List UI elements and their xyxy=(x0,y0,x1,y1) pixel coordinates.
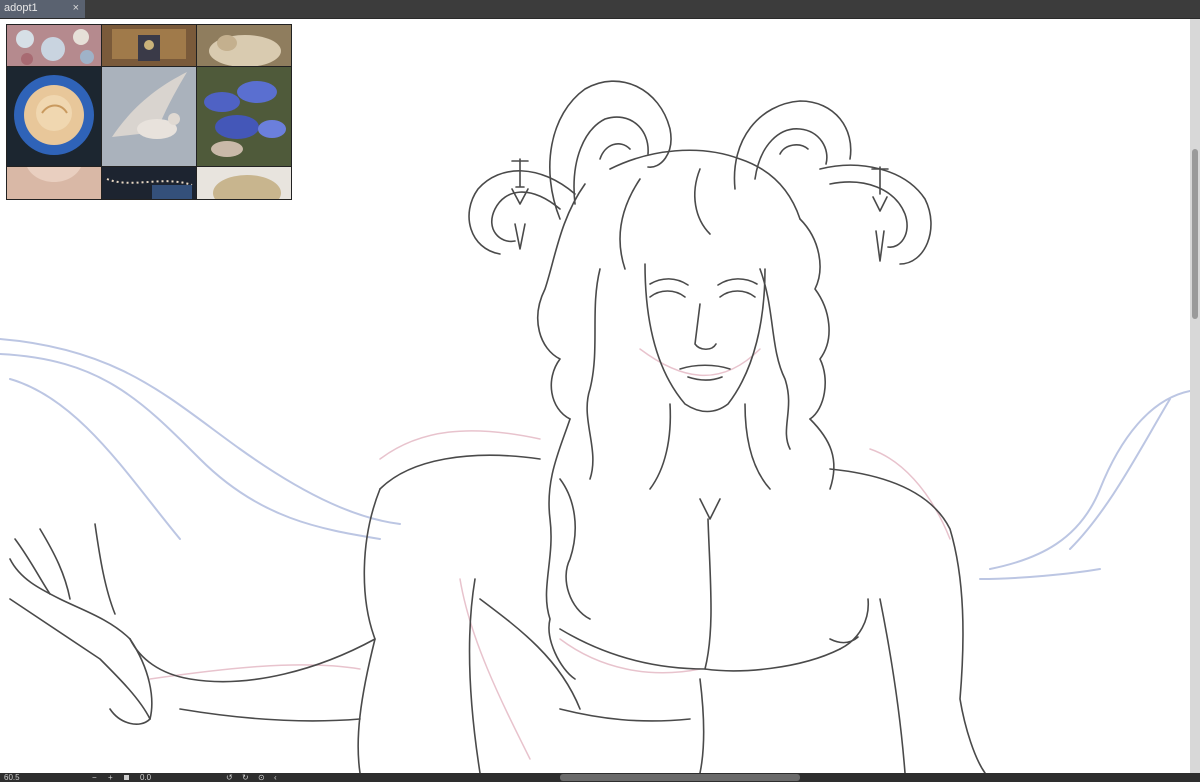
reference-tile-neck-and-shoulders xyxy=(7,167,101,199)
document-tab-bar: adopt1 × xyxy=(0,0,1200,19)
reference-tile-blond-curls xyxy=(197,167,291,199)
tab-label: adopt1 xyxy=(4,2,38,14)
reference-tile-gemstones xyxy=(7,25,101,66)
vertical-scrollbar[interactable] xyxy=(1190,19,1200,773)
reference-board[interactable] xyxy=(6,24,292,200)
status-bar: 60.5 − + 0.0 ↺ ↻ ⊙ ‹ xyxy=(0,773,1200,782)
reference-tile-blue-mushrooms xyxy=(197,67,291,166)
zoom-out-icon[interactable]: − xyxy=(92,773,97,782)
rotation-angle[interactable]: 0.0 xyxy=(140,773,151,782)
scroll-left-icon[interactable]: ‹ xyxy=(274,773,277,782)
vertical-scroll-thumb[interactable] xyxy=(1192,149,1198,319)
reference-tile-dove-in-flight xyxy=(102,67,196,166)
reference-tile-ornate-jewelry xyxy=(102,25,196,66)
blue-rough-sketch xyxy=(0,338,1190,580)
reference-tile-pearl-strands xyxy=(102,167,196,199)
zoom-level[interactable]: 60.5 xyxy=(4,773,20,782)
horizontal-scroll-thumb[interactable] xyxy=(560,774,800,781)
document-tab[interactable]: adopt1 × xyxy=(0,0,85,18)
rotate-right-icon[interactable]: ↻ xyxy=(242,773,249,782)
rotate-left-icon[interactable]: ↺ xyxy=(226,773,233,782)
fit-icon[interactable] xyxy=(124,775,129,780)
zoom-in-icon[interactable]: + xyxy=(108,773,113,782)
reference-tile-sheep xyxy=(197,25,291,66)
reference-tile-glitter-rose xyxy=(7,67,101,166)
reset-rotation-icon[interactable]: ⊙ xyxy=(258,773,265,782)
close-icon[interactable]: × xyxy=(73,2,79,14)
